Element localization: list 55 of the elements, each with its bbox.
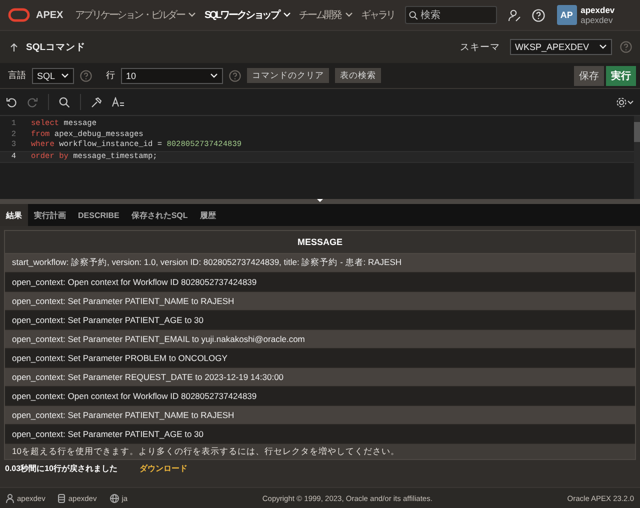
results-tab[interactable]: DESCRIBE xyxy=(72,204,126,226)
rows-label: 行 xyxy=(106,69,115,82)
results-tab[interactable]: 結果 xyxy=(0,204,28,226)
nav-menu-item[interactable]: ギャラリ xyxy=(357,0,399,30)
database-icon xyxy=(58,494,66,502)
globe-icon xyxy=(110,494,119,502)
schema-select[interactable]: WKSP_APEXDEV xyxy=(510,39,612,55)
table-cell: open_context: Set Parameter PATIENT_NAME to RAJESH xyxy=(5,406,635,425)
rows-select[interactable]: 10 xyxy=(121,68,223,84)
save-button[interactable]: 保存 xyxy=(574,66,604,86)
settings-icon[interactable] xyxy=(616,96,634,108)
undo-icon[interactable] xyxy=(6,96,17,108)
nav-menu-item[interactable]: チーム開発 xyxy=(295,0,358,30)
table-cell: open_context: Set Parameter PATIENT_AGE to 30 xyxy=(5,311,635,330)
table-cell: open_context: Open context for Workflow ID 8028052737424839 xyxy=(5,273,635,292)
table-cell: open_context: Set Parameter PATIENT_AGE to 30 xyxy=(5,425,635,444)
arrow-up-icon[interactable] xyxy=(10,42,18,52)
language-select[interactable]: SQL xyxy=(32,68,74,84)
user-name: apexdev xyxy=(580,5,615,15)
workspace-name: apexdev xyxy=(580,15,614,25)
brand-name[interactable]: APEX xyxy=(36,10,64,20)
table-cell: open_context: Set Parameter PATIENT_NAME to RAJESH xyxy=(5,292,635,311)
table-cell: open_context: Set Parameter PATIENT_EMAIL to yuji.nakakoshi@oracle.com xyxy=(5,330,635,349)
user-icon xyxy=(6,494,14,502)
results-tab[interactable]: 履歴 xyxy=(194,204,222,226)
table-cell: open_context: Set Parameter PROBLEM to ONCOLOGY xyxy=(5,349,635,368)
logo-icon[interactable] xyxy=(8,8,30,22)
table-cell: start_workflow: 診察予約, version: 1.0, version ID: 8028052737424839, title: 診察予約 - 患者: RAJESH xyxy=(5,254,635,273)
toolbar-button[interactable]: 表の検索 xyxy=(335,68,381,83)
nav-menu-item[interactable]: SQLワークショップ xyxy=(200,0,295,30)
search-icon xyxy=(408,11,418,20)
download-link[interactable]: ダウンロード xyxy=(139,463,188,474)
scrollbar-thumb[interactable] xyxy=(634,122,640,142)
table-cell: open_context: Open context for Workflow ID 8028052737424839 xyxy=(5,387,635,406)
toolbar-button[interactable]: コマンドのクリア xyxy=(247,68,329,83)
results-tab[interactable]: 保存されたSQL xyxy=(125,204,194,226)
redo-icon[interactable] xyxy=(27,96,38,108)
user-settings-icon[interactable] xyxy=(508,8,521,22)
language-label: 言語 xyxy=(8,69,26,82)
hammer-icon[interactable] xyxy=(91,96,102,108)
chevron-down-icon xyxy=(61,72,69,78)
chevron-down-icon xyxy=(210,72,218,78)
page-title: SQLコマンド xyxy=(26,40,86,54)
table-cell: open_context: Set Parameter REQUEST_DATE to 2023-12-19 14:30:00 xyxy=(5,368,635,387)
run-button[interactable]: 実行 xyxy=(606,66,636,86)
format-text-icon[interactable] xyxy=(112,97,125,107)
user-avatar[interactable]: AP xyxy=(556,5,577,25)
more-rows-notice: 10を超える行を使用できます。より多くの行を表示するには、行セレクタを増やしてください。 xyxy=(5,444,635,459)
schema-label: スキーマ xyxy=(460,40,500,54)
rows-returned-text: 0.03秒間に10行が戻されました xyxy=(5,463,118,474)
search-field[interactable]: 検索 xyxy=(404,6,497,24)
results-tab[interactable]: 実行計画 xyxy=(28,204,72,226)
chevron-down-icon xyxy=(599,44,607,50)
nav-menu-item[interactable]: アプリケーション・ビルダー xyxy=(71,0,200,30)
search-icon[interactable] xyxy=(59,96,70,108)
